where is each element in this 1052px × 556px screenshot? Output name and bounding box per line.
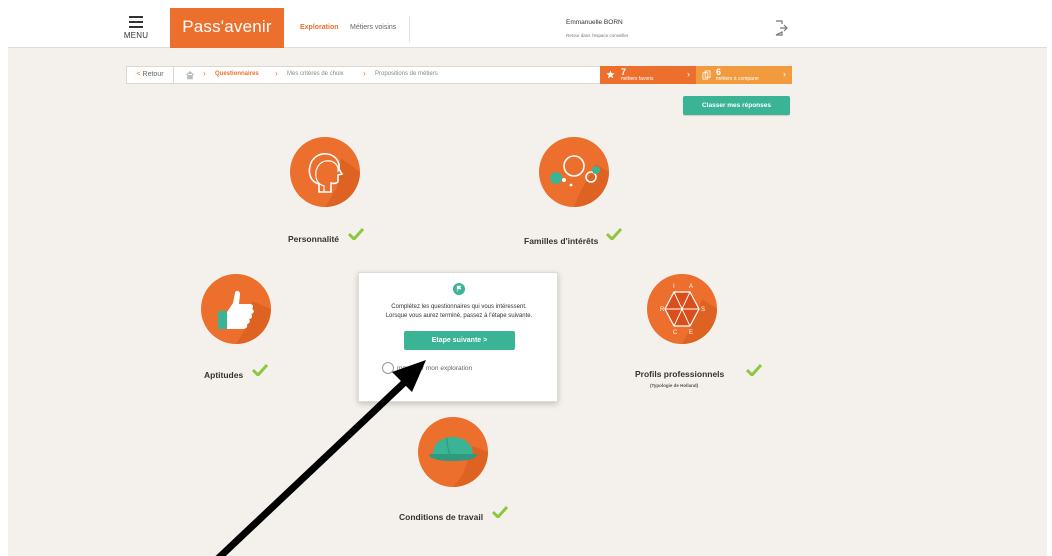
app-frame: MENU Pass'avenir Exploration Métiers voi… [8, 8, 1047, 556]
black-arrow-icon [215, 360, 426, 556]
